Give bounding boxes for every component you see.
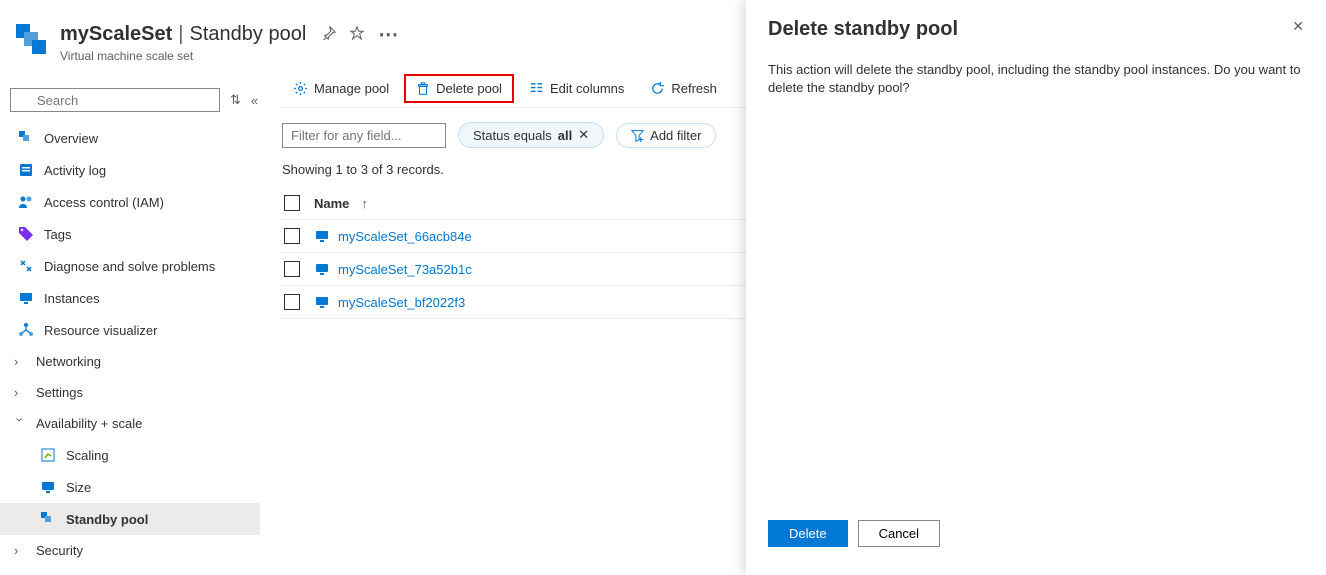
panel-body-text: This action will delete the standby pool…: [768, 61, 1304, 510]
sidebar-group-settings[interactable]: ›Settings: [0, 377, 260, 408]
sidebar-group-security[interactable]: ›Security: [0, 535, 260, 566]
add-filter-button[interactable]: Add filter: [616, 123, 716, 148]
sidebar-item-activity-log[interactable]: Activity log: [0, 154, 260, 186]
delete-confirm-panel: Delete standby pool ✕ This action will d…: [746, 0, 1326, 575]
columns-icon: [529, 81, 544, 96]
sidebar-search-input[interactable]: [10, 88, 220, 112]
filter-field-input[interactable]: [282, 123, 446, 148]
instance-link[interactable]: myScaleSet_bf2022f3: [338, 295, 465, 310]
sidebar-item-label: Access control (IAM): [44, 195, 164, 210]
tool-label: Manage pool: [314, 81, 389, 96]
instance-link[interactable]: myScaleSet_73a52b1c: [338, 262, 472, 277]
more-icon[interactable]: ⋯: [378, 22, 398, 47]
select-all-checkbox[interactable]: [284, 195, 300, 211]
refresh-button[interactable]: Refresh: [639, 74, 728, 103]
sidebar-item-label: Diagnose and solve problems: [44, 259, 215, 274]
sidebar-item-label: Tags: [44, 227, 71, 242]
cancel-button[interactable]: Cancel: [858, 520, 940, 547]
sidebar-item-label: Resource visualizer: [44, 323, 157, 338]
instance-link[interactable]: myScaleSet_66acb84e: [338, 229, 472, 244]
sidebar-item-instances[interactable]: Instances: [0, 282, 260, 314]
trash-icon: [416, 82, 430, 96]
sidebar-group-label: Availability + scale: [36, 416, 142, 431]
tool-label: Edit columns: [550, 81, 624, 96]
sidebar-group-networking[interactable]: ›Networking: [0, 346, 260, 377]
close-panel-icon[interactable]: ✕: [1292, 18, 1304, 35]
sidebar-item-overview[interactable]: Overview: [0, 122, 260, 154]
tool-label: Refresh: [671, 81, 717, 96]
delete-pool-button[interactable]: Delete pool: [404, 74, 514, 103]
sidebar-group-availability[interactable]: ›Availability + scale: [0, 408, 260, 439]
edit-columns-button[interactable]: Edit columns: [518, 74, 635, 103]
resource-name: myScaleSet: [60, 23, 172, 46]
manage-pool-button[interactable]: Manage pool: [282, 74, 400, 103]
favorite-icon[interactable]: [350, 23, 364, 46]
sidebar-item-label: Scaling: [66, 448, 109, 463]
vm-icon: [314, 294, 330, 310]
sidebar-item-standby-pool[interactable]: Standby pool: [0, 503, 260, 535]
gear-icon: [293, 81, 308, 96]
sidebar-item-label: Activity log: [44, 163, 106, 178]
vm-icon: [314, 261, 330, 277]
pill-prefix: Status equals: [473, 128, 552, 143]
collapse-sidebar-icon[interactable]: «: [251, 93, 258, 108]
pill-label: Add filter: [650, 128, 701, 143]
sidebar-group-label: Security: [36, 543, 83, 558]
sidebar-group-label: Networking: [36, 354, 101, 369]
pin-icon[interactable]: [322, 23, 336, 46]
sidebar-item-label: Standby pool: [66, 512, 148, 527]
sidebar-item-label: Instances: [44, 291, 100, 306]
row-checkbox[interactable]: [284, 228, 300, 244]
sort-toggle-icon[interactable]: ⇅: [230, 92, 241, 108]
row-checkbox[interactable]: [284, 261, 300, 277]
sidebar-group-label: Settings: [36, 385, 83, 400]
sidebar-item-access-control[interactable]: Access control (IAM): [0, 186, 260, 218]
refresh-icon: [650, 81, 665, 96]
pill-value: all: [558, 128, 572, 143]
sidebar-item-scaling[interactable]: Scaling: [0, 439, 260, 471]
sidebar-item-tags[interactable]: Tags: [0, 218, 260, 250]
add-filter-icon: [631, 129, 644, 142]
resource-type-icon: [14, 22, 50, 58]
panel-title: Delete standby pool: [768, 18, 958, 41]
sidebar-item-label: Size: [66, 480, 91, 495]
delete-button[interactable]: Delete: [768, 520, 848, 547]
tool-label: Delete pool: [436, 81, 502, 96]
status-filter-pill[interactable]: Status equals all ✕: [458, 122, 604, 148]
breadcrumb-separator: |: [178, 23, 183, 46]
clear-filter-icon[interactable]: ✕: [578, 127, 589, 143]
sort-asc-icon: ↑: [361, 196, 368, 211]
sidebar-item-diagnose[interactable]: Diagnose and solve problems: [0, 250, 260, 282]
row-checkbox[interactable]: [284, 294, 300, 310]
sidebar-item-size[interactable]: Size: [0, 471, 260, 503]
vm-icon: [314, 228, 330, 244]
sidebar-item-label: Overview: [44, 131, 98, 146]
sidebar-item-resource-visualizer[interactable]: Resource visualizer: [0, 314, 260, 346]
blade-title: Standby pool: [190, 23, 307, 46]
